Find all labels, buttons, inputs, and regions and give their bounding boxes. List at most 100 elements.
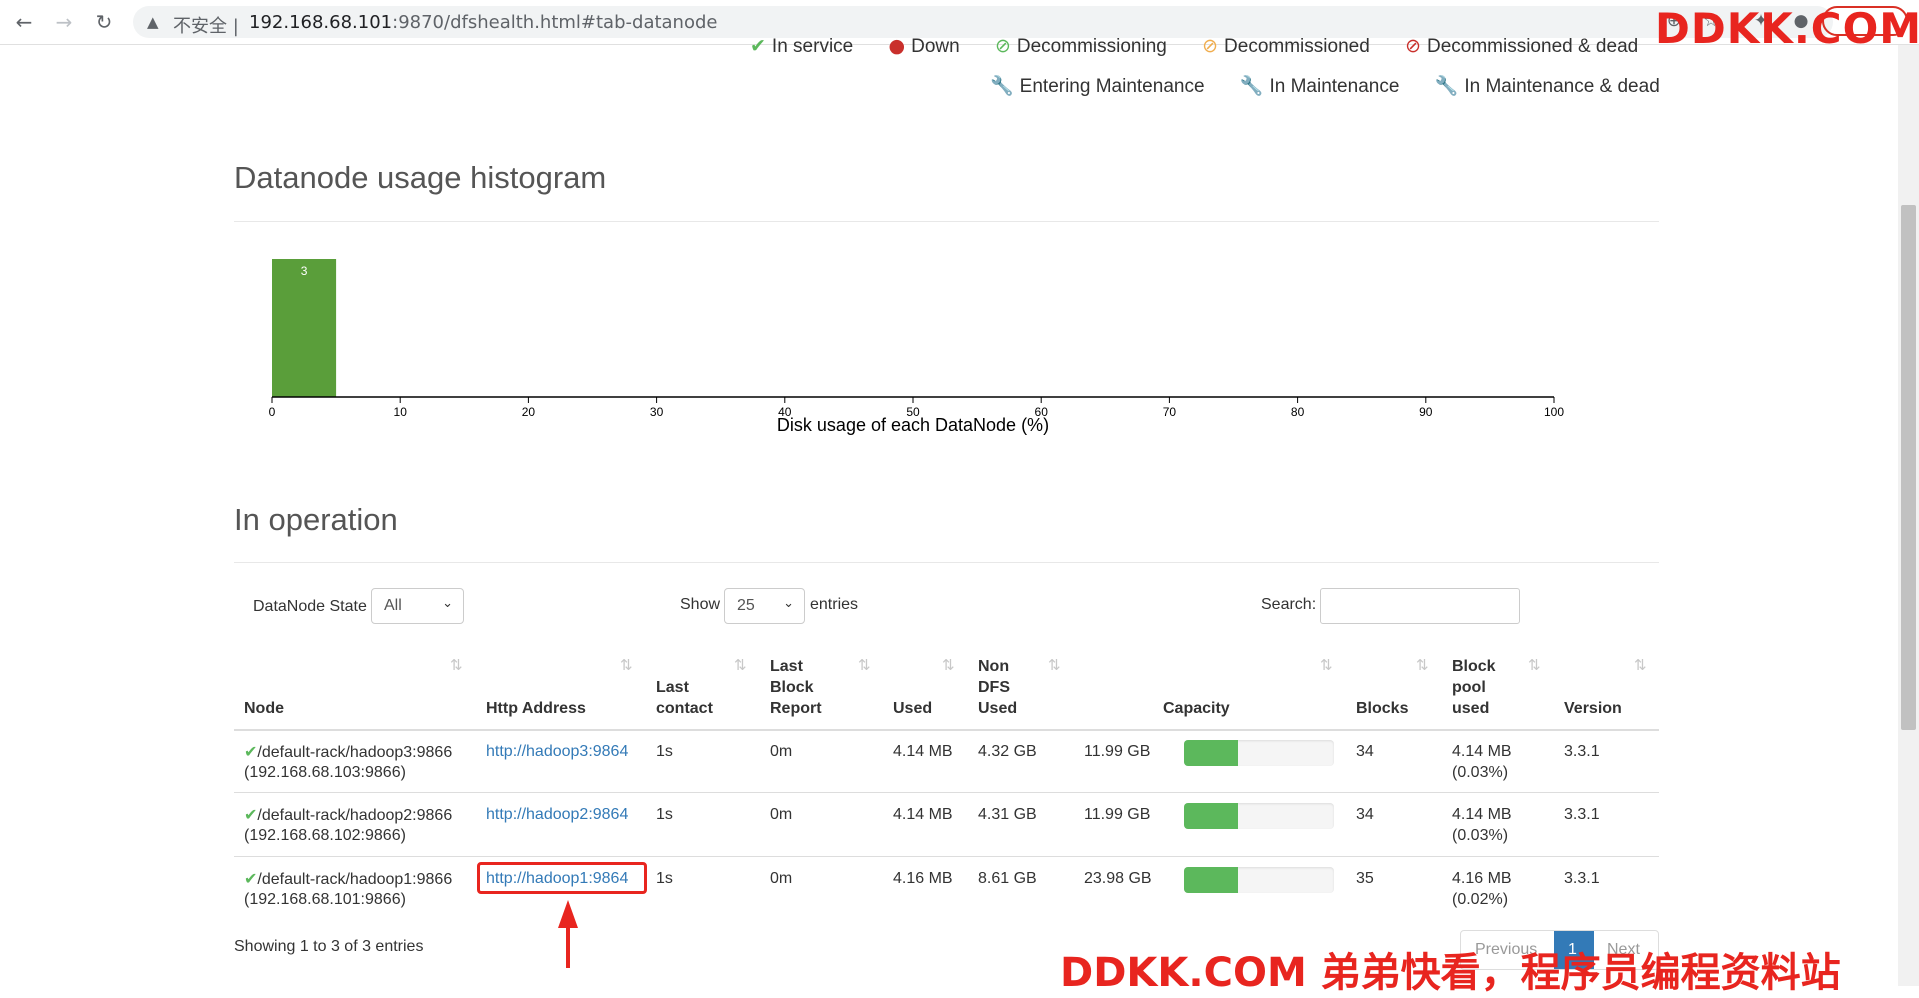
table-header-border — [234, 729, 1659, 731]
watermark-bottom: DDKK.COM 弟弟快看，程序员编程资料站 — [1060, 950, 1841, 996]
operation-title: In operation — [234, 502, 398, 537]
wrench-icon: 🔧 — [990, 75, 1014, 97]
col-node[interactable]: Node — [244, 698, 284, 719]
search-label: Search: — [1261, 596, 1317, 613]
last-contact-cell: 1s — [656, 806, 673, 823]
col-last-contact-2[interactable]: contact — [656, 698, 713, 719]
reload-icon[interactable]: ↻ — [92, 10, 116, 34]
blocks-cell: 34 — [1356, 743, 1374, 760]
pool-used-cell: 4.16 MB — [1452, 870, 1512, 887]
chevron-down-icon: ⌄ — [442, 596, 453, 611]
col-last-block-2[interactable]: Block — [770, 677, 814, 698]
capacity-progress-fill — [1184, 803, 1238, 829]
capacity-cell: 23.98 GB — [1084, 870, 1152, 887]
node-cell: ✔/default-rack/hadoop1:9866 — [244, 868, 452, 890]
x-tick-label: 0 — [269, 405, 276, 419]
node-cell: ✔/default-rack/hadoop3:9866 — [244, 741, 452, 763]
col-non-dfs-3[interactable]: Used — [978, 698, 1017, 719]
col-block-pool-3[interactable]: used — [1452, 698, 1489, 719]
blocks-cell: 35 — [1356, 870, 1374, 887]
annotation-arrow-shaft — [566, 924, 570, 968]
legend-in-service-label: In service — [771, 36, 854, 57]
pool-pct-cell: (0.03%) — [1452, 827, 1509, 844]
col-non-dfs-2[interactable]: DFS — [978, 677, 1010, 698]
sort-icon[interactable]: ⇅ — [1416, 656, 1429, 674]
url-host: 192.168.68.101 — [249, 12, 393, 33]
scroll-thumb[interactable] — [1901, 205, 1916, 730]
forward-icon[interactable]: → — [52, 10, 76, 34]
legend-row-1: ✔ In service ● Down ⊘ Decommissioning ⊘ Deco… — [750, 35, 1638, 58]
legend-decommissioned-dead: ⊘ Decommissioned & dead — [1405, 35, 1638, 57]
back-icon[interactable]: ← — [12, 10, 36, 34]
show-label: Show — [680, 596, 721, 613]
table-info: Showing 1 to 3 of 3 entries — [234, 938, 424, 955]
search-input[interactable] — [1320, 588, 1520, 624]
legend-in-service: ✔ In service — [750, 35, 854, 57]
sort-icon[interactable]: ⇅ — [1528, 656, 1541, 674]
sort-icon[interactable]: ⇅ — [1320, 656, 1333, 674]
x-tick-label: 90 — [1419, 405, 1433, 419]
capacity-cell: 11.99 GB — [1084, 806, 1151, 823]
url-text[interactable]: 192.168.68.101:9870/dfshealth.html#tab-d… — [249, 12, 717, 33]
decommissioned-icon: ⊘ — [1202, 35, 1219, 57]
col-blocks[interactable]: Blocks — [1356, 698, 1408, 719]
legend-entering-maintenance: 🔧 Entering Maintenance — [990, 75, 1205, 97]
http-address-link[interactable]: http://hadoop2:9864 — [486, 806, 628, 823]
blocks-cell: 34 — [1356, 806, 1374, 823]
legend-in-maintenance: 🔧 In Maintenance — [1240, 75, 1400, 97]
col-capacity[interactable]: Capacity — [1163, 698, 1230, 719]
col-version[interactable]: Version — [1564, 698, 1622, 719]
sort-icon[interactable]: ⇅ — [620, 656, 633, 674]
non-dfs-cell: 8.61 GB — [978, 870, 1037, 887]
datanode-state-select[interactable]: All ⌄ — [371, 588, 464, 624]
wrench-icon: 🔧 — [1434, 75, 1459, 97]
col-used[interactable]: Used — [893, 698, 932, 719]
check-icon: ✔ — [244, 805, 258, 824]
sort-icon[interactable]: ⇅ — [942, 656, 955, 674]
x-tick-label: 20 — [522, 405, 536, 419]
page-scrollbar[interactable] — [1898, 45, 1919, 986]
last-block-cell: 0m — [770, 870, 793, 887]
last-block-cell: 0m — [770, 743, 793, 760]
http-address-link[interactable]: http://hadoop3:9864 — [486, 743, 628, 760]
x-tick-label: 70 — [1163, 405, 1177, 419]
col-block-pool-1[interactable]: Block — [1452, 656, 1496, 677]
decommissioned-dead-icon: ⊘ — [1405, 35, 1421, 57]
col-last-contact-1[interactable]: Last — [656, 677, 689, 698]
capacity-progress-bar — [1184, 803, 1334, 829]
node-name: /default-rack/hadoop3:9866 — [257, 744, 453, 761]
non-dfs-cell: 4.31 GB — [978, 806, 1037, 823]
non-dfs-cell: 4.32 GB — [978, 743, 1037, 760]
sort-icon[interactable]: ⇅ — [858, 656, 871, 674]
row-divider — [234, 792, 1659, 793]
col-http-address[interactable]: Http Address — [486, 698, 586, 719]
row-divider — [234, 856, 1659, 857]
col-block-pool-2[interactable]: pool — [1452, 677, 1486, 698]
col-non-dfs-1[interactable]: Non — [978, 656, 1009, 677]
node-cell: ✔/default-rack/hadoop2:9866 — [244, 804, 452, 826]
sort-icon[interactable]: ⇅ — [450, 656, 463, 674]
page-size-select[interactable]: 25 ⌄ — [724, 588, 805, 624]
sort-icon[interactable]: ⇅ — [1634, 656, 1647, 674]
x-axis-title: Disk usage of each DataNode (%) — [777, 415, 1049, 435]
legend-decommissioning: ⊘ Decommissioning — [994, 35, 1167, 57]
col-last-block-3[interactable]: Report — [770, 698, 822, 719]
used-cell: 4.14 MB — [893, 743, 953, 760]
sort-icon[interactable]: ⇅ — [734, 656, 747, 674]
pool-pct-cell: (0.02%) — [1452, 891, 1509, 908]
legend-in-maintenance-dead-label: In Maintenance & dead — [1464, 76, 1660, 97]
entries-label: entries — [810, 596, 859, 613]
version-cell: 3.3.1 — [1564, 806, 1600, 823]
sort-icon[interactable]: ⇅ — [1048, 656, 1061, 674]
capacity-progress-fill — [1184, 867, 1238, 893]
decommissioning-icon: ⊘ — [994, 35, 1011, 57]
histogram-title: Datanode usage histogram — [234, 160, 607, 195]
address-bar[interactable]: ▲ 不安全 | 192.168.68.101:9870/dfshealth.ht… — [133, 6, 1833, 38]
annotation-highlight-box — [477, 862, 647, 894]
pool-used-cell: 4.14 MB — [1452, 806, 1512, 823]
pool-pct-cell: (0.03%) — [1452, 764, 1509, 781]
warning-icon: ▲ — [147, 13, 159, 31]
legend-in-maintenance-label: In Maintenance — [1269, 76, 1400, 97]
last-contact-cell: 1s — [656, 870, 673, 887]
col-last-block-1[interactable]: Last — [770, 656, 803, 677]
